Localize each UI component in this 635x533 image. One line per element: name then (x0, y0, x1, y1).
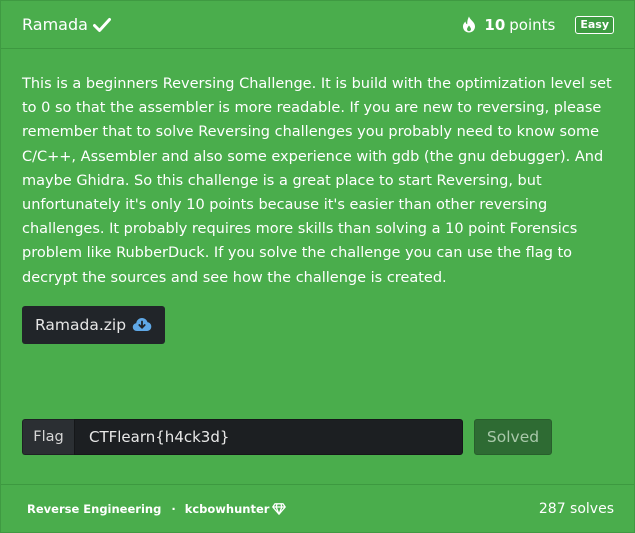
download-button[interactable]: Ramada.zip (22, 305, 166, 344)
challenge-card: Ramada 10 points Easy This is a beginner… (0, 0, 635, 533)
flag-input[interactable]: CTFlearn{h4ck3d} (74, 419, 463, 455)
challenge-title: Ramada (22, 15, 88, 34)
check-icon (92, 17, 111, 33)
solved-button[interactable]: Solved (474, 419, 552, 455)
cloud-download-icon (132, 317, 152, 332)
points-label: points (509, 15, 556, 34)
flag-label: Flag (22, 419, 74, 455)
challenge-title-group: Ramada (22, 15, 111, 34)
meta-separator: · (171, 501, 176, 516)
category-link[interactable]: Reverse Engineering (27, 502, 161, 516)
card-header: Ramada 10 points Easy (1, 1, 634, 49)
difficulty-badge: Easy (575, 15, 614, 34)
diamond-icon (272, 502, 287, 515)
points-group: 10 points Easy (462, 15, 614, 34)
challenge-description: This is a beginners Reversing Challenge.… (22, 76, 612, 286)
points-value: 10 (484, 15, 506, 34)
card-body: This is a beginners Reversing Challenge.… (1, 49, 634, 344)
author-link[interactable]: kcbowhunter (185, 502, 270, 516)
card-footer: Reverse Engineering · kcbowhunter 287 so… (1, 484, 634, 532)
flag-submit-row: Flag CTFlearn{h4ck3d} Solved (22, 419, 552, 455)
download-label: Ramada.zip (35, 315, 127, 334)
challenge-meta: Reverse Engineering · kcbowhunter (27, 501, 287, 516)
fire-icon (462, 16, 476, 33)
solve-count: 287 solves (538, 500, 614, 517)
